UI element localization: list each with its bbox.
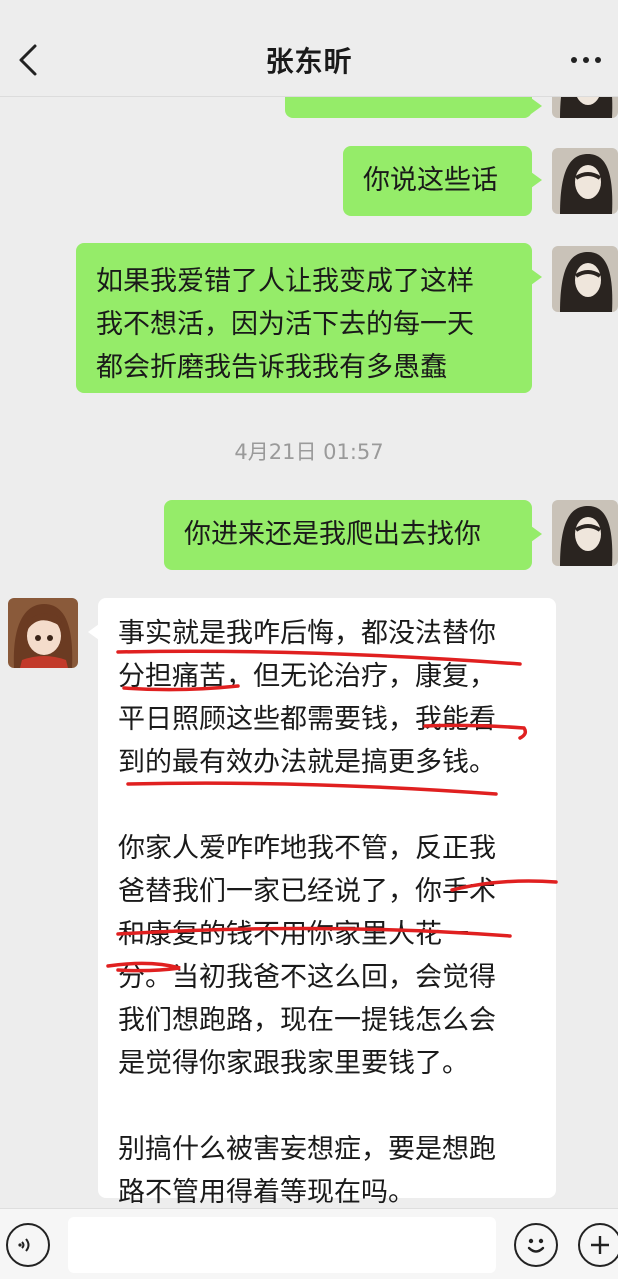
- plus-icon: [591, 1236, 609, 1254]
- message-line: 别搞什么被害妄想症，要是想跑: [118, 1134, 496, 1165]
- chat-input-bar: [0, 1208, 618, 1279]
- message-line: 如果我爱错了人让我变成了这样: [96, 266, 474, 297]
- avatar-self[interactable]: [552, 148, 618, 214]
- message-paragraph: 事实就是我咋后悔，都没法替你 分担痛苦，但无论治疗，康复， 平日照顾这些都需要钱…: [118, 612, 556, 784]
- message-line: 到的最有效办法就是搞更多钱。: [118, 747, 496, 778]
- message-bubble-outgoing[interactable]: 你进来还是我爬出去找你: [164, 500, 542, 570]
- avatar-self-image: [552, 148, 618, 214]
- message-line: 是觉得你家跟我家里要钱了。: [118, 1048, 469, 1079]
- message-text: 你说这些话: [363, 165, 498, 196]
- avatar-self-image: [552, 500, 618, 566]
- message-line: 我们想跑路，现在一提钱怎么会: [118, 1005, 496, 1036]
- avatar-contact-image: [8, 598, 78, 668]
- chat-header: 张东昕: [0, 0, 618, 97]
- avatar-self[interactable]: [552, 246, 618, 312]
- plus-button[interactable]: [578, 1223, 618, 1267]
- message-line: 事实就是我咋后悔，都没法替你: [118, 618, 496, 649]
- message-line: 爸替我们一家已经说了，你手术: [118, 876, 496, 907]
- message-bubble-outgoing[interactable]: 你说这些话: [343, 146, 542, 216]
- timestamp: 4月21日 01:57: [234, 440, 384, 464]
- message-line: 我不想活，因为活下去的每一天: [96, 309, 474, 340]
- avatar-contact[interactable]: [8, 598, 78, 668]
- avatar-self-image: [552, 246, 618, 312]
- emoji-icon: [527, 1238, 545, 1253]
- voice-icon: [18, 1238, 30, 1252]
- message-line: 你家人爱咋咋地我不管，反正我: [118, 833, 496, 864]
- more-button[interactable]: [564, 40, 608, 80]
- message-paragraph: 你家人爱咋咋地我不管，反正我 爸替我们一家已经说了，你手术 和康复的钱不用你家里…: [118, 827, 556, 1085]
- message-line: 都会折磨我告诉我我有多愚蠢: [96, 352, 447, 383]
- avatar-self[interactable]: [552, 500, 618, 566]
- message-line: 分。当初我爸不这么回，会觉得: [118, 962, 496, 993]
- more-dots-icon: [568, 57, 604, 63]
- message-text: 你进来还是我爬出去找你: [184, 519, 481, 550]
- chat-title: 张东昕: [265, 45, 353, 78]
- message-input[interactable]: [68, 1217, 496, 1273]
- message-line: 分担痛苦，但无论治疗，康复，: [118, 661, 496, 692]
- message-line: 平日照顾这些都需要钱，我能看: [118, 704, 496, 735]
- message-bubble-incoming[interactable]: 事实就是我咋后悔，都没法替你 分担痛苦，但无论治疗，康复， 平日照顾这些都需要钱…: [88, 598, 556, 1208]
- voice-button[interactable]: [6, 1223, 50, 1267]
- message-paragraph: 别搞什么被害妄想症，要是想跑 路不管用得着等现在吗。: [118, 1128, 556, 1214]
- emoji-button[interactable]: [514, 1223, 558, 1267]
- message-line: 和康复的钱不用你家里人花一: [118, 919, 469, 950]
- message-bubble-outgoing[interactable]: 如果我爱错了人让我变成了这样 我不想活，因为活下去的每一天 都会折磨我告诉我我有…: [76, 243, 542, 393]
